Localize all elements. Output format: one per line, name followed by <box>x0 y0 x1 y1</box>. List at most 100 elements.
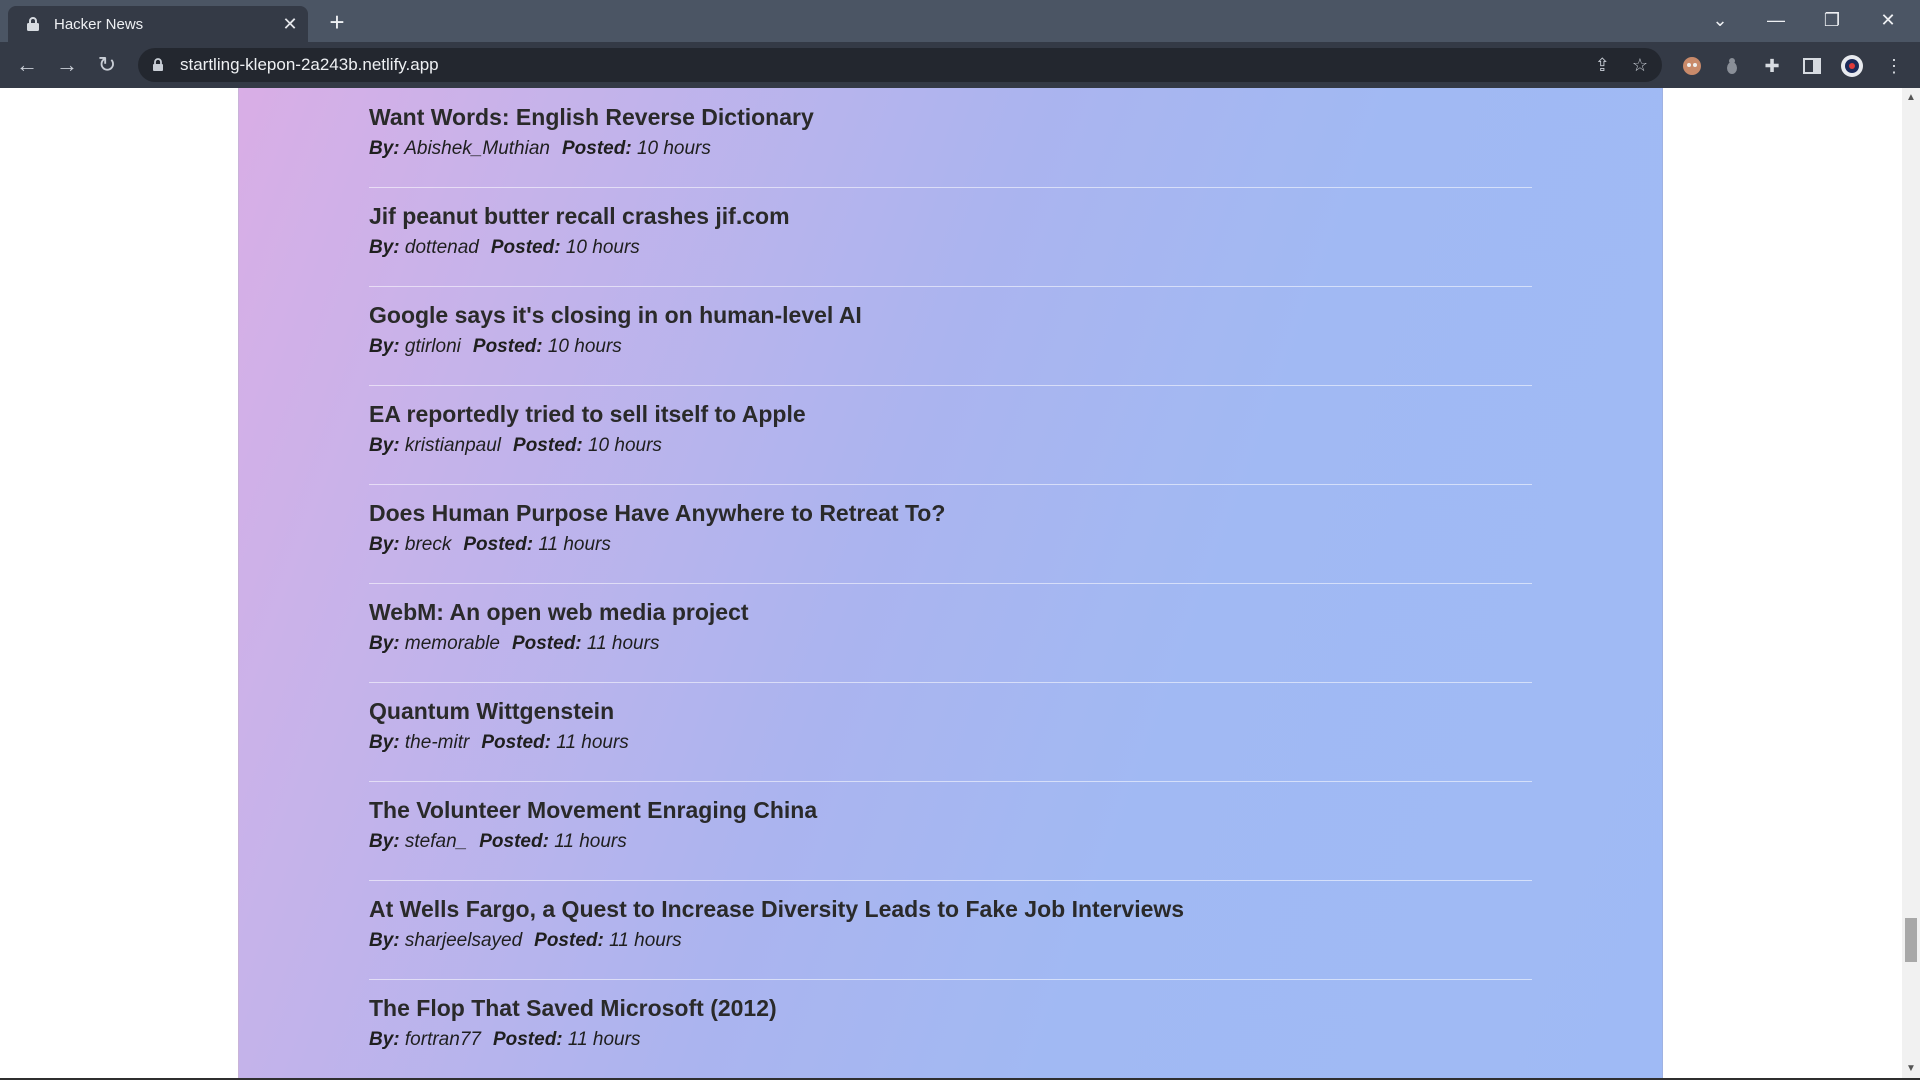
by-label: By: <box>369 633 400 654</box>
story-author: the-mitr <box>404 732 470 753</box>
list-item: WebM: An open web media project By: memo… <box>369 583 1532 683</box>
posted-label: Posted: <box>479 831 549 852</box>
story-title-link[interactable]: Does Human Purpose Have Anywhere to Retr… <box>369 500 945 527</box>
by-label: By: <box>369 534 400 555</box>
new-tab-button[interactable]: + <box>322 8 352 38</box>
address-bar[interactable]: startling-klepon-2a243b.netlify.app ⇪ ☆ <box>138 48 1662 82</box>
back-arrow-icon[interactable]: ← <box>12 50 42 80</box>
share-icon[interactable]: ⇪ <box>1595 55 1610 76</box>
scroll-up-arrow-icon[interactable]: ▲ <box>1906 92 1916 103</box>
story-title-link[interactable]: WebM: An open web media project <box>369 599 749 626</box>
side-panel-icon[interactable] <box>1800 54 1824 78</box>
list-item: Quantum Wittgenstein By: the-mitr Posted:… <box>369 682 1532 782</box>
posted-label: Posted: <box>492 1029 563 1050</box>
tab-search-chevron-down-icon[interactable]: ⌄ <box>1692 0 1748 40</box>
story-author: kristianpaul <box>404 435 502 456</box>
list-item: Does Human Purpose Have Anywhere to Retr… <box>369 484 1532 584</box>
window-close-icon[interactable]: ✕ <box>1860 0 1916 40</box>
story-author: fortran77 <box>404 1029 481 1050</box>
story-posted-time: 11 hours <box>554 831 627 852</box>
list-item: EA reportedly tried to sell itself to Ap… <box>369 385 1532 485</box>
story-posted-time: 10 hours <box>587 435 662 456</box>
story-posted-time: 11 hours <box>538 534 611 555</box>
tab-close-icon[interactable]: ✕ <box>276 14 304 35</box>
story-posted-time: 10 hours <box>565 237 640 258</box>
browser-toolbar: ← → ↻ startling-klepon-2a243b.netlify.ap… <box>0 42 1920 88</box>
posted-label: Posted: <box>463 534 534 555</box>
story-author: dottenad <box>404 237 479 258</box>
story-title-link[interactable]: The Flop That Saved Microsoft (2012) <box>369 995 777 1022</box>
browser-tab-bar: Hacker News ✕ + ⌄ — ❐ ✕ <box>0 0 1920 42</box>
url-text: startling-klepon-2a243b.netlify.app <box>180 55 439 74</box>
story-meta: By: fortran77 Posted: 11 hours <box>369 1029 640 1051</box>
profile-avatar-icon[interactable] <box>1840 54 1864 78</box>
story-author: memorable <box>404 633 500 654</box>
list-item: The Flop That Saved Microsoft (2012) By:… <box>369 979 1532 1078</box>
list-item: At Wells Fargo, a Quest to Increase Dive… <box>369 880 1532 980</box>
story-posted-time: 11 hours <box>556 732 629 753</box>
extension-avatar-icon[interactable] <box>1680 54 1704 78</box>
story-meta: By: breck Posted: 11 hours <box>369 534 611 556</box>
list-item: Jif peanut butter recall crashes jif.com… <box>369 187 1532 287</box>
story-meta: By: sharjeelsayed Posted: 11 hours <box>369 930 682 952</box>
vertical-scrollbar[interactable]: ▲ ▼ <box>1902 88 1920 1078</box>
tab-favicon-icon <box>26 16 42 32</box>
by-label: By: <box>369 336 400 357</box>
story-posted-time: 11 hours <box>609 930 682 951</box>
posted-label: Posted: <box>513 435 583 456</box>
by-label: By: <box>369 237 400 258</box>
story-title-link[interactable]: At Wells Fargo, a Quest to Increase Dive… <box>369 896 1184 923</box>
posted-label: Posted: <box>481 732 551 753</box>
story-meta: By: gtirloni Posted: 10 hours <box>369 336 622 358</box>
list-item: The Volunteer Movement Enraging China By… <box>369 781 1532 881</box>
tab-title: Hacker News <box>54 15 144 33</box>
forward-arrow-icon[interactable]: → <box>52 50 82 80</box>
by-label: By: <box>369 138 400 159</box>
story-posted-time: 11 hours <box>586 633 660 654</box>
story-meta: By: stefan_ Posted: 11 hours <box>369 831 627 853</box>
extensions-puzzle-icon[interactable]: ✚ <box>1760 54 1784 78</box>
posted-label: Posted: <box>511 633 582 654</box>
story-author: sharjeelsayed <box>404 930 523 951</box>
by-label: By: <box>369 930 400 951</box>
list-item: Google says it's closing in on human-lev… <box>369 286 1532 386</box>
story-title-link[interactable]: Quantum Wittgenstein <box>369 698 614 725</box>
posted-label: Posted: <box>561 138 632 159</box>
by-label: By: <box>369 732 400 753</box>
reload-icon[interactable]: ↻ <box>92 50 122 80</box>
browser-tab[interactable]: Hacker News ✕ <box>8 6 308 42</box>
story-author: Abishek_Muthian <box>404 138 550 159</box>
posted-label: Posted: <box>490 237 561 258</box>
by-label: By: <box>369 435 400 456</box>
story-author: breck <box>404 534 452 555</box>
by-label: By: <box>369 831 400 852</box>
story-author: gtirloni <box>404 336 461 357</box>
scroll-down-arrow-icon[interactable]: ▼ <box>1906 1063 1916 1074</box>
story-author: stefan_ <box>404 831 468 852</box>
minimize-icon[interactable]: — <box>1748 0 1804 40</box>
by-label: By: <box>369 1029 400 1050</box>
bookmark-star-icon[interactable]: ☆ <box>1632 55 1648 76</box>
story-posted-time: 11 hours <box>567 1029 641 1050</box>
story-title-link[interactable]: Google says it's closing in on human-lev… <box>369 302 862 329</box>
story-posted-time: 10 hours <box>547 336 622 357</box>
story-meta: By: the-mitr Posted: 11 hours <box>369 732 629 754</box>
lock-icon <box>152 58 168 72</box>
story-meta: By: Abishek_Muthian Posted: 10 hours <box>369 138 711 160</box>
story-title-link[interactable]: EA reportedly tried to sell itself to Ap… <box>369 401 806 428</box>
browser-menu-icon[interactable]: ⋮ <box>1882 54 1906 78</box>
story-meta: By: memorable Posted: 11 hours <box>369 633 659 655</box>
scrollbar-thumb[interactable] <box>1905 918 1917 962</box>
extension-gray-icon[interactable] <box>1720 54 1744 78</box>
story-meta: By: kristianpaul Posted: 10 hours <box>369 435 662 457</box>
posted-label: Posted: <box>472 336 543 357</box>
story-title-link[interactable]: The Volunteer Movement Enraging China <box>369 797 817 824</box>
stories-panel: Want Words: English Reverse Dictionary B… <box>238 88 1663 1078</box>
page-viewport: Want Words: English Reverse Dictionary B… <box>0 88 1902 1078</box>
story-posted-time: 10 hours <box>636 138 711 159</box>
restore-icon[interactable]: ❐ <box>1804 0 1860 40</box>
list-item: Want Words: English Reverse Dictionary B… <box>369 88 1532 188</box>
story-title-link[interactable]: Jif peanut butter recall crashes jif.com <box>369 203 790 230</box>
story-title-link[interactable]: Want Words: English Reverse Dictionary <box>369 104 814 131</box>
posted-label: Posted: <box>534 930 604 951</box>
